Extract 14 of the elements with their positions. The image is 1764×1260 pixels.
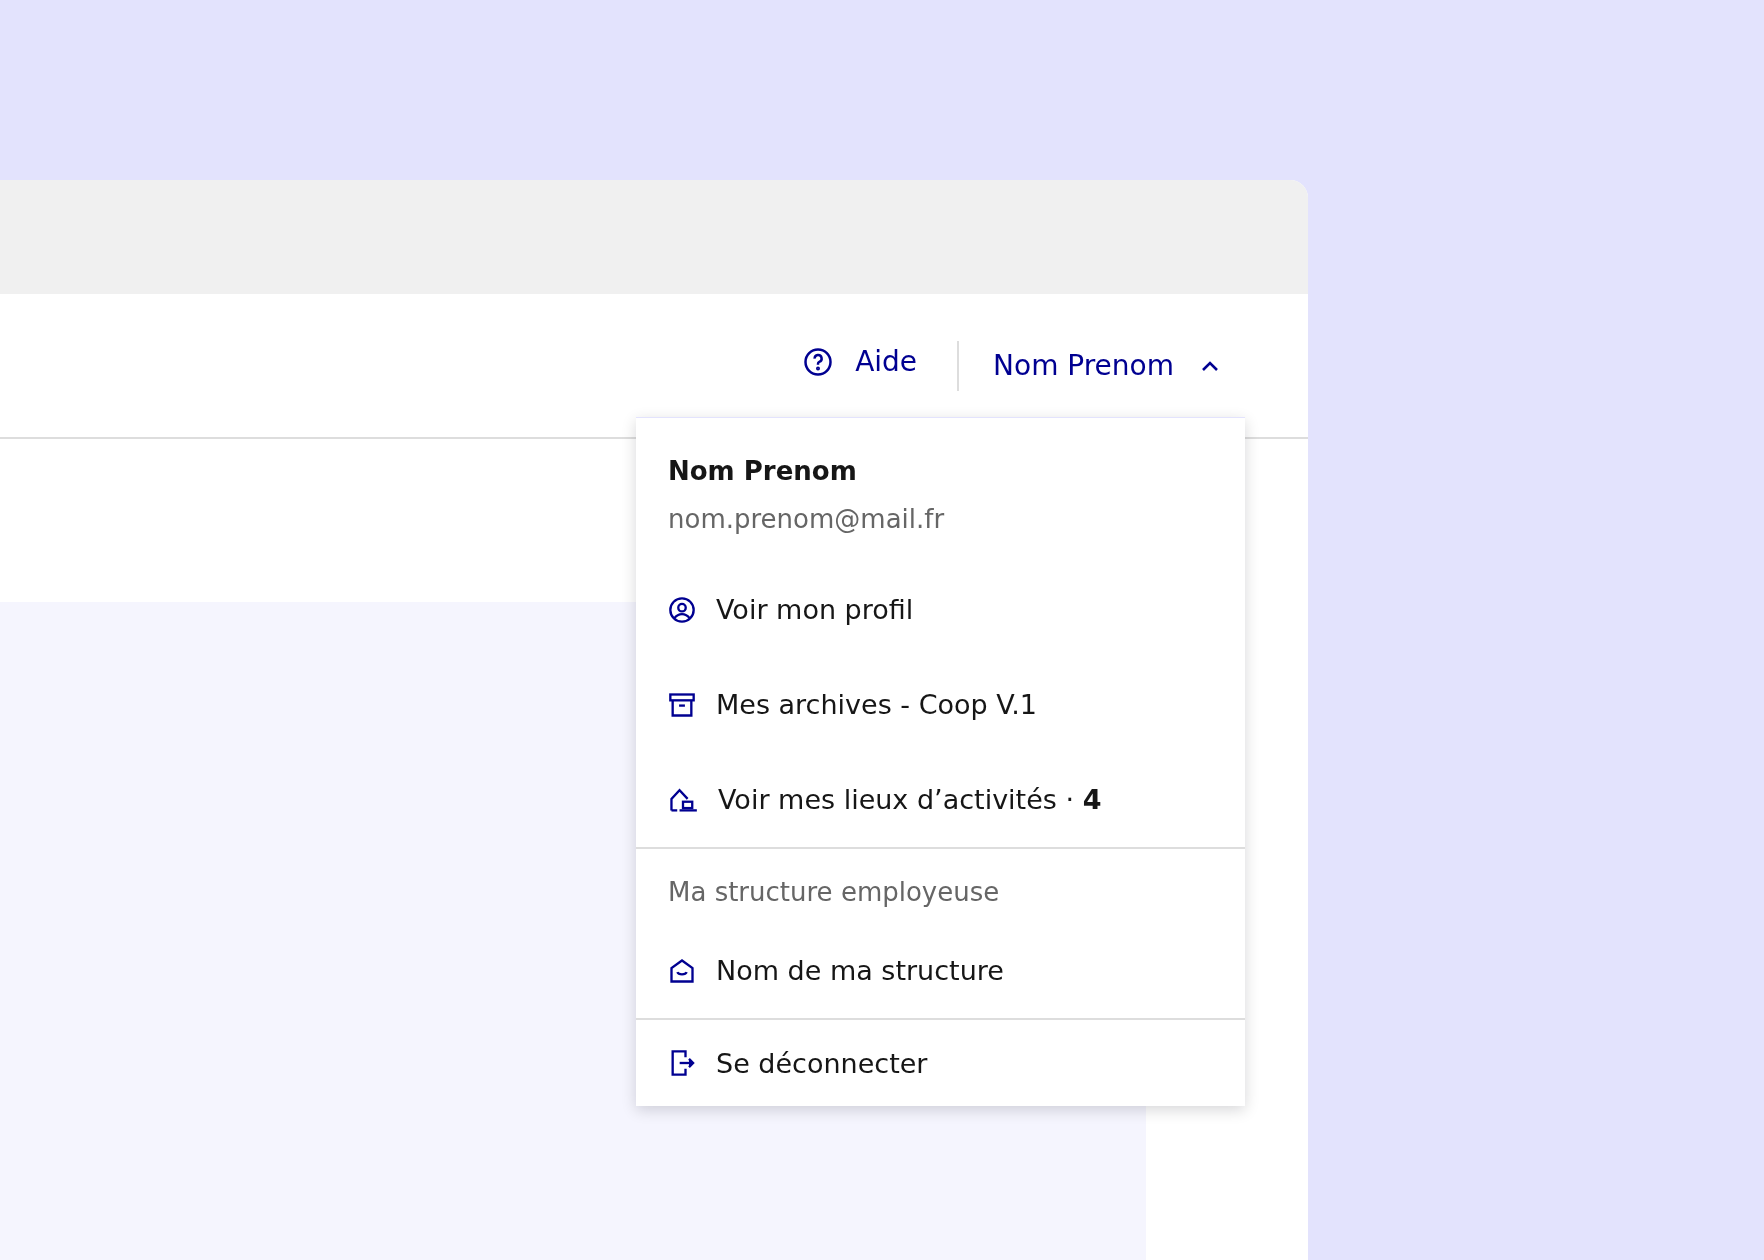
help-link[interactable]: Aide	[803, 341, 918, 382]
structure-link[interactable]: Nom de ma structure	[636, 923, 1245, 1018]
account-menu-button[interactable]: Nom Prenom	[993, 345, 1220, 386]
logout-link[interactable]: Se déconnecter	[636, 1020, 1245, 1106]
archive-box-icon	[668, 690, 696, 719]
help-icon	[803, 346, 834, 377]
user-email: nom.prenom@mail.fr	[668, 504, 946, 534]
activity-places-link[interactable]: Voir mes lieux d’activités · 4	[636, 752, 1245, 847]
user-circle-icon	[668, 595, 696, 624]
archives-link[interactable]: Mes archives - Coop V.1	[636, 657, 1245, 752]
house-smile-icon	[668, 956, 696, 985]
user-name: Nom Prenom	[668, 456, 858, 486]
profile-link[interactable]: Voir mon profil	[636, 562, 1245, 657]
section-heading: Ma structure employeuse	[667, 876, 1001, 909]
